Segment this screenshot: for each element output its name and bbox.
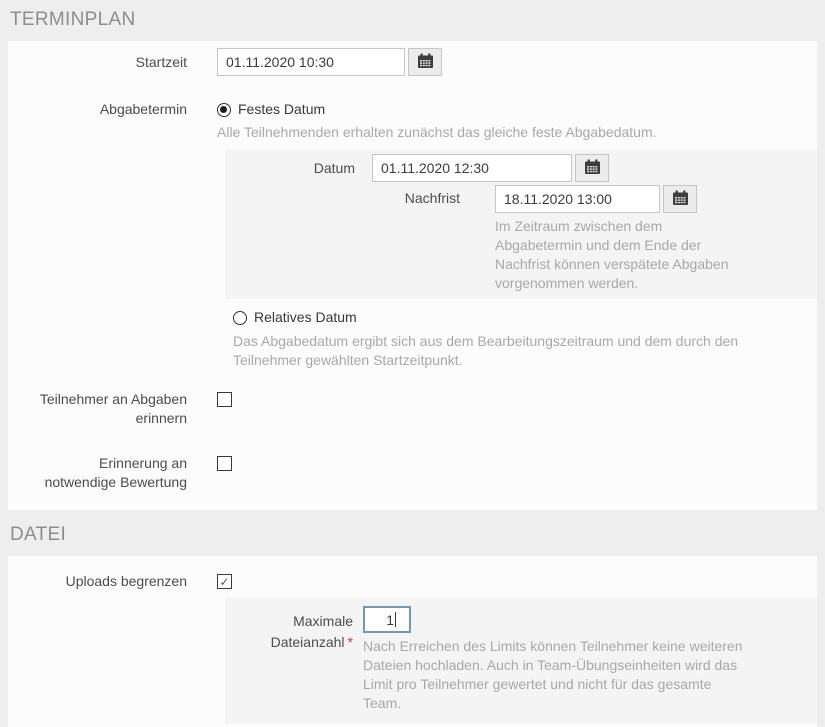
festes-datum-subform: Datum: [225, 150, 817, 299]
startzeit-row: Startzeit: [8, 48, 817, 76]
calendar-icon: [672, 190, 689, 209]
max-dateianzahl-label: Maximale Dateianzahl*: [235, 606, 353, 653]
abgabetermin-row: Abgabetermin Festes Datum Alle Teilnehme…: [8, 100, 817, 142]
relatives-datum-block: Relatives Datum Das Abgabedatum ergibt s…: [233, 308, 817, 370]
startzeit-label: Startzeit: [27, 48, 187, 72]
relatives-datum-help: Das Abgabedatum ergibt sich aus dem Bear…: [233, 332, 773, 370]
nachfrist-row: Nachfrist: [235, 185, 817, 295]
max-dateianzahl-help: Nach Erreichen des Limits können Teilneh…: [363, 637, 753, 713]
radio-festes-datum[interactable]: Festes Datum: [217, 100, 817, 119]
radio-festes-datum-label: Festes Datum: [238, 100, 325, 119]
uploads-begrenzen-row: Uploads begrenzen: [8, 572, 817, 591]
text-caret: [395, 612, 396, 627]
nachfrist-label: Nachfrist: [235, 185, 460, 206]
startzeit-input[interactable]: [217, 48, 405, 76]
festes-datum-help: Alle Teilnehmenden erhalten zunächst das…: [217, 123, 817, 142]
section-title-terminplan: TERMINPLAN: [0, 0, 825, 41]
radio-icon: [217, 103, 231, 117]
uploads-begrenzen-label: Uploads begrenzen: [27, 572, 187, 591]
section-title-datei: DATEI: [0, 510, 825, 556]
radio-relatives-datum[interactable]: Relatives Datum: [233, 308, 817, 327]
uploads-subform: Maximale Dateianzahl* 1 Nach Erreichen d…: [225, 598, 817, 724]
datum-label: Datum: [235, 154, 355, 178]
nachfrist-help: Im Zeitraum zwischen dem Abgabetermin un…: [495, 217, 735, 295]
erinnerung-bewertung-row: Erinnerung an notwendige Bewertung: [8, 454, 817, 492]
datei-panel: Uploads begrenzen Maximale Dateianzahl* …: [8, 556, 817, 727]
terminplan-panel: Startzeit: [8, 41, 817, 510]
datum-calendar-button[interactable]: [575, 154, 609, 182]
radio-icon: [233, 311, 247, 325]
abgabetermin-label: Abgabetermin: [27, 100, 187, 119]
required-asterisk: *: [348, 634, 353, 650]
erinnerung-bewertung-label: Erinnerung an notwendige Bewertung: [27, 454, 187, 492]
teilnehmer-erinnern-checkbox[interactable]: [217, 392, 232, 407]
datum-input[interactable]: [372, 154, 572, 182]
datum-row: Datum: [235, 154, 817, 182]
max-dateianzahl-row: Maximale Dateianzahl* 1 Nach Erreichen d…: [235, 606, 817, 713]
max-dateianzahl-value: 1: [386, 612, 394, 628]
teilnehmer-erinnern-row: Teilnehmer an Abgaben erinnern: [8, 390, 817, 428]
teilnehmer-erinnern-label: Teilnehmer an Abgaben erinnern: [27, 390, 187, 428]
startzeit-calendar-button[interactable]: [408, 48, 442, 76]
uploads-begrenzen-checkbox[interactable]: [217, 574, 232, 589]
radio-relatives-datum-label: Relatives Datum: [254, 308, 357, 327]
erinnerung-bewertung-checkbox[interactable]: [217, 456, 232, 471]
max-dateianzahl-input[interactable]: 1: [363, 606, 411, 633]
nachfrist-calendar-button[interactable]: [663, 185, 697, 213]
calendar-icon: [417, 53, 434, 72]
calendar-icon: [584, 159, 601, 178]
nachfrist-input[interactable]: [495, 185, 660, 213]
